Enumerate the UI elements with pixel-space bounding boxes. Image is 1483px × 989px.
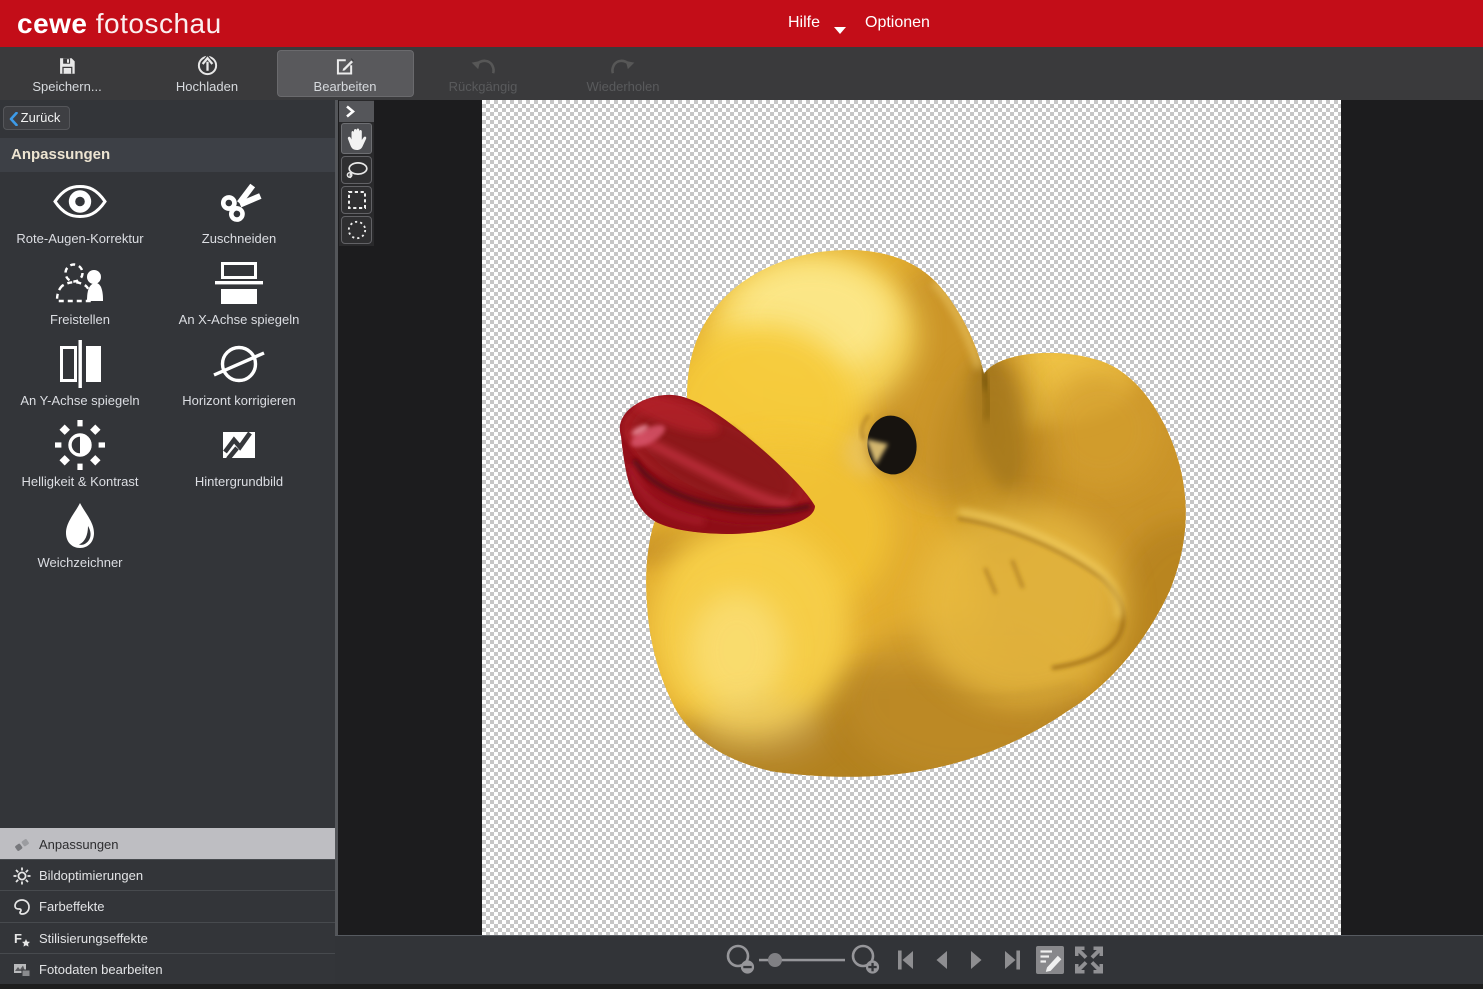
svg-text:F: F <box>14 931 22 946</box>
